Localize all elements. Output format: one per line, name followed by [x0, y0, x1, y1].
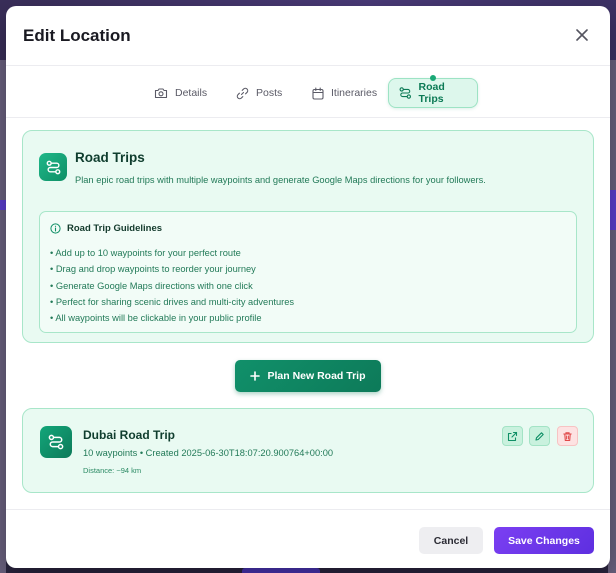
- road-trips-intro-card: Road Trips Plan epic road trips with mul…: [22, 130, 594, 343]
- tab-label: Posts: [256, 87, 283, 99]
- list-item: • Perfect for sharing scenic drives and …: [50, 296, 295, 307]
- section-description: Plan epic road trips with multiple waypo…: [75, 175, 486, 185]
- camera-icon: [154, 88, 168, 99]
- guidelines-header: Road Trip Guidelines: [50, 223, 162, 234]
- route-icon: [46, 160, 60, 174]
- list-item: • Generate Google Maps directions with o…: [50, 280, 253, 291]
- route-icon: [399, 87, 411, 99]
- trash-icon: [563, 431, 572, 441]
- save-changes-button[interactable]: Save Changes: [494, 527, 594, 554]
- edit-trip-button[interactable]: [529, 426, 550, 446]
- external-link-icon: [507, 431, 518, 441]
- route-badge: [39, 153, 67, 181]
- modal-title: Edit Location: [23, 26, 131, 45]
- guidelines-title: Road Trip Guidelines: [67, 223, 163, 234]
- button-label: Plan New Road Trip: [267, 370, 366, 382]
- tab-label: Itineraries: [331, 87, 378, 99]
- tab-itineraries[interactable]: Itineraries: [302, 78, 387, 108]
- cancel-button[interactable]: Cancel: [419, 527, 483, 554]
- tab-label: Road Trips: [418, 81, 445, 105]
- plus-icon: [250, 371, 261, 381]
- guidelines-list: • Add up to 10 waypoints for your perfec…: [50, 245, 294, 326]
- close-icon: [576, 29, 588, 41]
- background-accent: [242, 568, 320, 573]
- delete-trip-button[interactable]: [557, 426, 578, 446]
- list-item: • Add up to 10 waypoints for your perfec…: [50, 248, 241, 258]
- open-directions-button[interactable]: [502, 426, 523, 446]
- active-indicator-dot: [430, 75, 436, 81]
- modal-header: Edit Location: [6, 6, 610, 66]
- plan-new-road-trip-button[interactable]: Plan New Road Trip: [235, 360, 381, 392]
- modal-footer: Cancel Save Changes: [6, 509, 610, 568]
- trip-distance: Distance: ~94 km: [83, 466, 142, 475]
- guidelines-box: Road Trip Guidelines • Add up to 10 wayp…: [39, 211, 577, 333]
- close-button[interactable]: [572, 25, 592, 45]
- tab-posts[interactable]: Posts: [226, 78, 292, 108]
- edit-icon: [535, 431, 544, 441]
- link-icon: [236, 87, 249, 99]
- info-icon: [50, 223, 61, 234]
- section-title: Road Trips: [75, 150, 145, 165]
- list-item: • Drag and drop waypoints to reorder you…: [50, 264, 256, 275]
- edit-location-modal: Edit Location Details Posts Itineraries …: [6, 6, 610, 568]
- route-icon: [48, 434, 64, 450]
- road-trip-card[interactable]: Dubai Road Trip 10 waypoints • Created 2…: [22, 408, 594, 493]
- list-item: • All waypoints will be clickable in you…: [50, 313, 262, 324]
- calendar-icon: [312, 86, 324, 100]
- tab-bar: Details Posts Itineraries Road Trips: [6, 66, 610, 118]
- trip-meta: 10 waypoints • Created 2025-06-30T18:07:…: [83, 448, 334, 458]
- tab-road-trips[interactable]: Road Trips: [388, 75, 478, 108]
- trip-route-badge: [40, 426, 72, 458]
- trip-name: Dubai Road Trip: [83, 428, 176, 442]
- tab-label: Details: [175, 87, 208, 99]
- tab-details[interactable]: Details: [144, 78, 217, 108]
